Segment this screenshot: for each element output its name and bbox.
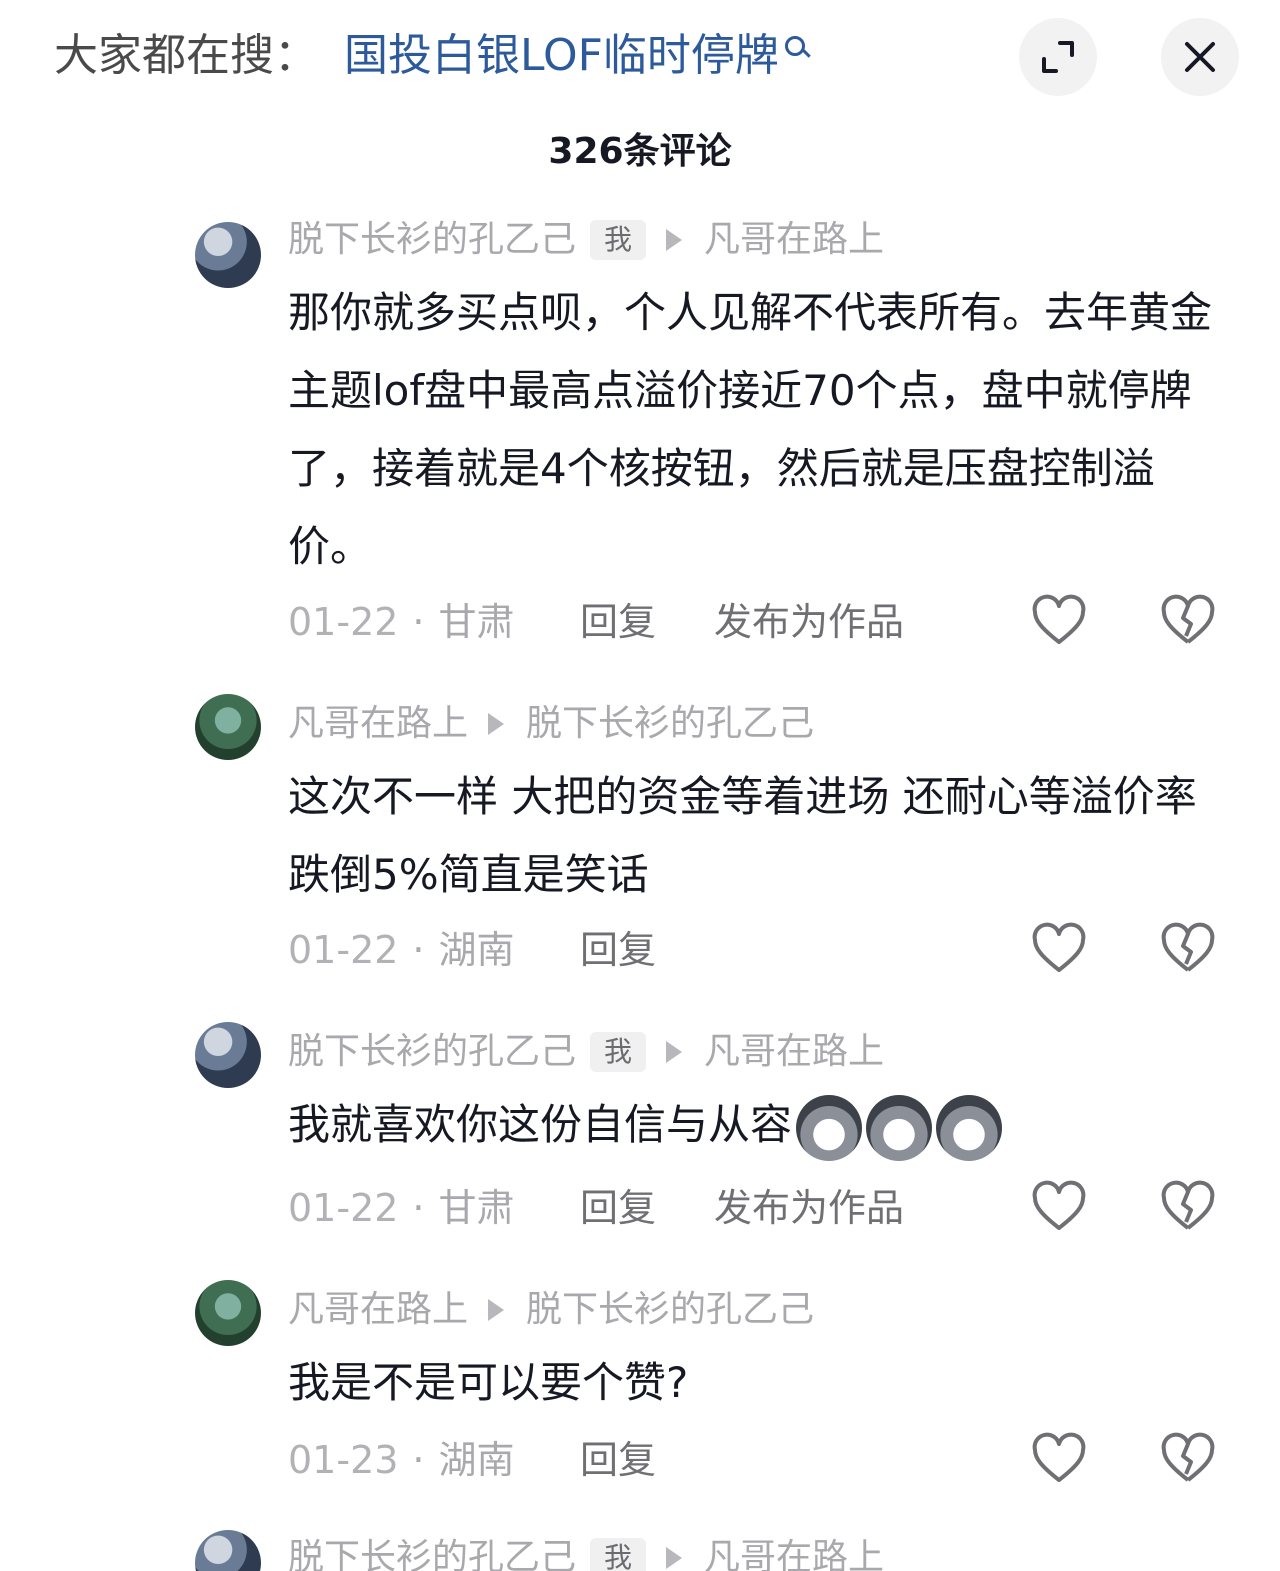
broken-heart-icon[interactable] <box>1160 1180 1216 1236</box>
comment-text: 我是不是可以要个赞? <box>288 1358 689 1407</box>
comment-date: 01-22 <box>288 1186 399 1230</box>
heart-icon[interactable] <box>1031 1432 1087 1488</box>
reply-to-name[interactable]: 凡哥在路上 <box>704 1534 884 1571</box>
publish-as-work-button[interactable]: 发布为作品 <box>714 1180 904 1236</box>
avatar[interactable] <box>195 222 261 288</box>
comment-date-location: 01-22 · 湖南 <box>288 928 515 972</box>
reply-arrow-icon <box>666 229 683 251</box>
husky-emoji-icon <box>796 1094 863 1161</box>
author-name[interactable]: 凡哥在路上 <box>288 1286 468 1334</box>
reply-button[interactable]: 回复 <box>580 1180 656 1236</box>
comment-location: 甘肃 <box>438 600 515 644</box>
reply-to-name[interactable]: 脱下长衫的孔乙己 <box>526 700 814 748</box>
avatar[interactable] <box>195 1530 261 1571</box>
reply-arrow-icon <box>666 1547 683 1569</box>
comment-date-location: 01-22 · 甘肃 <box>288 1186 515 1230</box>
close-icon <box>1185 42 1215 72</box>
broken-heart-icon[interactable] <box>1160 1432 1216 1488</box>
reply-arrow-icon <box>488 1299 505 1321</box>
trending-search-link[interactable]: 国投白银LOF临时停牌 <box>344 28 809 84</box>
husky-emoji-icon <box>866 1094 933 1161</box>
reply-to-name[interactable]: 凡哥在路上 <box>704 216 884 264</box>
me-badge: 我 <box>590 1538 647 1571</box>
comment-text-content: 我就喜欢你这份自信与从容 <box>288 1100 793 1149</box>
reply-meta: 凡哥在路上 脱下长衫的孔乙己 <box>288 1286 814 1334</box>
author-name[interactable]: 脱下长衫的孔乙己 <box>288 216 576 264</box>
avatar[interactable] <box>195 694 261 760</box>
comment-location: 湖南 <box>438 928 515 972</box>
search-icon <box>783 28 809 68</box>
reply-button[interactable]: 回复 <box>580 922 656 978</box>
comment-date: 01-22 <box>288 600 399 644</box>
author-name[interactable]: 脱下长衫的孔乙己 <box>288 1534 576 1571</box>
comment-location: 湖南 <box>438 1438 515 1482</box>
comment-date-location: 01-22 · 甘肃 <box>288 600 515 644</box>
broken-heart-icon[interactable] <box>1160 594 1216 650</box>
emoji-group <box>792 1094 1003 1161</box>
comment-date: 01-22 <box>288 928 399 972</box>
comment-text: 这次不一样 大把的资金等着进场 还耐心等溢价率跌倒5%简直是笑话 <box>288 772 1197 899</box>
top-bar: 大家都在搜： 国投白银LOF临时停牌 <box>0 0 1280 112</box>
reply-arrow-icon <box>666 1041 683 1063</box>
heart-icon[interactable] <box>1031 922 1087 978</box>
publish-as-work-button[interactable]: 发布为作品 <box>714 594 904 650</box>
trending-search-query[interactable]: 国投白银LOF临时停牌 <box>344 30 779 81</box>
reply-to-name[interactable]: 脱下长衫的孔乙己 <box>526 1286 814 1334</box>
comment-text: 我就喜欢你这份自信与从容 <box>288 1086 1228 1164</box>
author-name[interactable]: 凡哥在路上 <box>288 700 468 748</box>
reply-meta: 凡哥在路上 脱下长衫的孔乙己 <box>288 700 814 748</box>
search-prefix-label: 大家都在搜： <box>54 30 318 81</box>
expand-icon <box>1042 41 1074 73</box>
comment-date: 01-23 <box>288 1438 399 1482</box>
close-button[interactable] <box>1161 18 1239 96</box>
reply-button[interactable]: 回复 <box>580 594 656 650</box>
reply-meta: 脱下长衫的孔乙己 我 凡哥在路上 <box>288 1028 884 1076</box>
expand-button[interactable] <box>1019 18 1097 96</box>
reply-meta: 脱下长衫的孔乙己 我 凡哥在路上 <box>288 216 884 264</box>
reply-arrow-icon <box>488 713 505 735</box>
reply-to-name[interactable]: 凡哥在路上 <box>704 1028 884 1076</box>
avatar[interactable] <box>195 1022 261 1088</box>
reply-item-partial: 脱下长衫的孔乙己 我 凡哥在路上 <box>0 1528 1280 1571</box>
heart-icon[interactable] <box>1031 1180 1087 1236</box>
me-badge: 我 <box>590 1032 647 1072</box>
broken-heart-icon[interactable] <box>1160 922 1216 978</box>
comment-count: 326条评论 <box>548 131 732 172</box>
me-badge: 我 <box>590 220 647 260</box>
reply-button[interactable]: 回复 <box>580 1432 656 1488</box>
comment-location: 甘肃 <box>438 1186 515 1230</box>
husky-emoji-icon <box>936 1094 1003 1161</box>
author-name[interactable]: 脱下长衫的孔乙己 <box>288 1028 576 1076</box>
comment-date-location: 01-23 · 湖南 <box>288 1438 515 1482</box>
comment-text: 那你就多买点呗，个人见解不代表所有。去年黄金主题lof盘中最高点溢价接近70个点… <box>288 288 1213 571</box>
avatar[interactable] <box>195 1280 261 1346</box>
reply-meta: 脱下长衫的孔乙己 我 凡哥在路上 <box>288 1534 884 1571</box>
heart-icon[interactable] <box>1031 594 1087 650</box>
